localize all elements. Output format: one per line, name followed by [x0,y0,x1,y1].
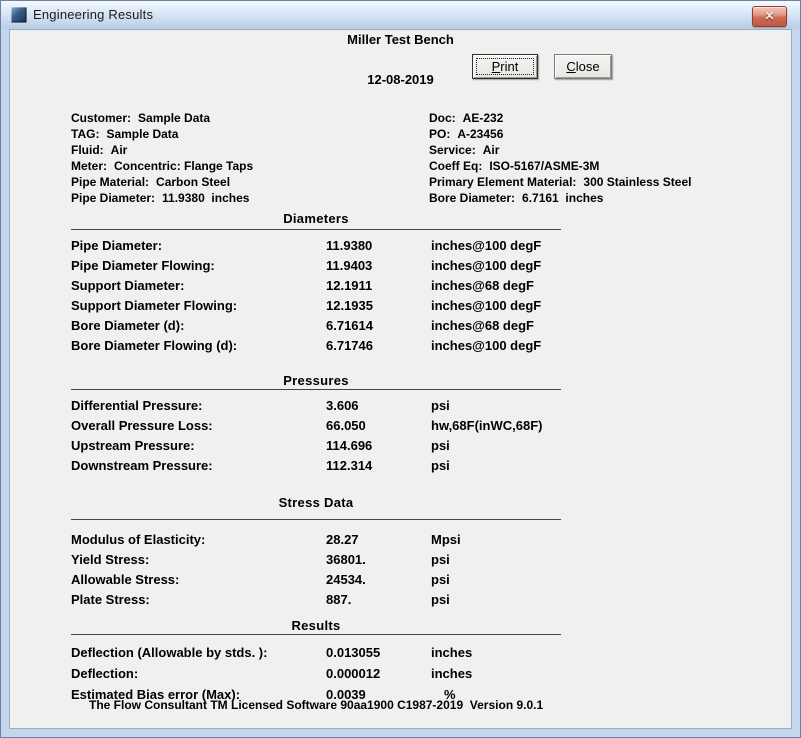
header-field: Meter:Concentric: Flange Taps [71,159,253,175]
table-row: Pipe Diameter:11.9380inches@100 degF [71,238,691,256]
table-row: Pipe Diameter Flowing:11.9403inches@100 … [71,258,691,276]
table-row: Deflection:0.000012inches [71,666,691,684]
header-field: PO:A-23456 [429,127,691,143]
section-title-results: Results [71,618,561,633]
header-field: Primary Element Material:300 Stainless S… [429,175,691,191]
table-row: Support Diameter:12.1911inches@68 degF [71,278,691,296]
report-date: 12-08-2019 [10,72,791,87]
header-field: Pipe Diameter:11.9380 inches [71,191,253,207]
table-row: Deflection (Allowable by stds. ):0.01305… [71,645,691,663]
section-title-stress-data: Stress Data [71,495,561,510]
table-row: Support Diameter Flowing:12.1935inches@1… [71,298,691,316]
engineering-results-window: Engineering Results ✕ Miller Test Bench … [0,0,801,738]
header-info-right: Doc:AE-232 PO:A-23456 Service:Air Coeff … [429,111,691,207]
table-row: Modulus of Elasticity:28.27Mpsi [71,532,691,550]
report-content: Miller Test Bench Print Close 12-08-2019… [9,29,792,729]
table-row: Upstream Pressure:114.696psi [71,438,691,456]
header-field: Fluid:Air [71,143,253,159]
table-row: Plate Stress:887.psi [71,592,691,610]
app-icon [11,7,27,23]
header-info-left: Customer:Sample Data TAG:Sample Data Flu… [71,111,253,207]
header-field: Pipe Material:Carbon Steel [71,175,253,191]
close-icon: ✕ [764,9,774,23]
header-field: Coeff Eq:ISO-5167/ASME-3M [429,159,691,175]
section-title-pressures: Pressures [71,373,561,388]
report-title: Miller Test Bench [10,32,791,47]
table-row: Differential Pressure:3.606psi [71,398,691,416]
window-close-button[interactable]: ✕ [752,6,787,27]
license-footer: The Flow Consultant TM Licensed Software… [89,698,543,712]
table-row: Bore Diameter (d):6.71614inches@68 degF [71,318,691,336]
table-row: Allowable Stress:24534.psi [71,572,691,590]
header-field: Bore Diameter:6.7161 inches [429,191,691,207]
section-title-diameters: Diameters [71,211,561,226]
header-field: TAG:Sample Data [71,127,253,143]
table-row: Yield Stress:36801.psi [71,552,691,570]
header-field: Customer:Sample Data [71,111,253,127]
window-titlebar[interactable]: Engineering Results ✕ [1,1,800,29]
section-divider [71,389,561,390]
section-divider [71,634,561,635]
table-row: Overall Pressure Loss:66.050hw,68F(inWC,… [71,418,691,436]
header-field: Doc:AE-232 [429,111,691,127]
header-field: Service:Air [429,143,691,159]
section-divider [71,519,561,520]
section-divider [71,229,561,230]
table-row: Downstream Pressure:112.314psi [71,458,691,476]
table-row: Bore Diameter Flowing (d):6.71746inches@… [71,338,691,356]
window-title: Engineering Results [33,7,153,22]
